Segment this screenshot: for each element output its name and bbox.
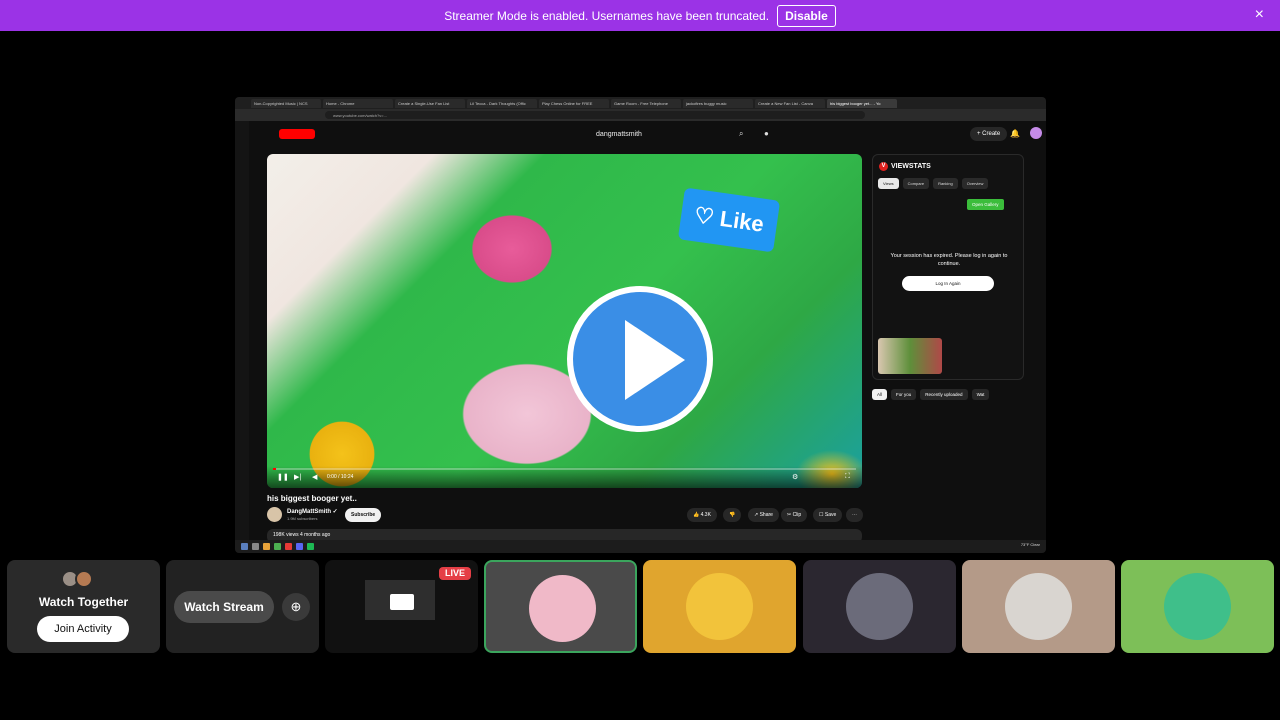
close-icon[interactable]: × <box>1255 7 1264 23</box>
viewstats-title: VIEWSTATS <box>891 163 931 170</box>
mic-icon[interactable]: ● <box>764 129 769 138</box>
like-button[interactable]: 👍 4.3K <box>687 508 717 522</box>
browser-tab[interactable]: jackofires buggy music <box>683 98 753 108</box>
url-field[interactable]: www.youtube.com/watch?v=... <box>325 111 865 119</box>
volume-icon[interactable]: ◀ <box>312 473 317 481</box>
next-icon[interactable]: ▶| <box>294 473 301 481</box>
windows-taskbar: 73°F Clear <box>235 540 1046 553</box>
taskbar-icon[interactable] <box>274 543 281 550</box>
participant-tile[interactable] <box>643 560 796 653</box>
viewstats-tab-overview[interactable]: Overview <box>961 178 989 189</box>
browser-tab[interactable]: Create a New Fan List - Canva <box>755 98 825 108</box>
address-bar: www.youtube.com/watch?v=... <box>235 109 1046 121</box>
browser-sidebar <box>235 121 249 541</box>
banner-message: Streamer Mode is enabled. Usernames have… <box>444 8 770 23</box>
video-thumbnail[interactable] <box>878 338 942 374</box>
progress-bar[interactable] <box>273 468 856 470</box>
viewstats-panel: V VIEWSTATS Views Compare Ranking Overvi… <box>872 154 1024 380</box>
avatar <box>529 575 596 642</box>
session-expired-message: Your session has expired. Please log in … <box>890 253 1008 267</box>
browser-tab[interactable]: Game Room - Free Telephone <box>611 98 681 108</box>
stream-tile: Watch Stream ⊕ <box>166 560 319 653</box>
like-sign: ♡ Like <box>677 187 781 253</box>
browser-tab[interactable]: Non-Copyrighted Music | NCS <box>251 98 321 108</box>
browser-tab[interactable]: Play Chess Online for FREE <box>539 98 609 108</box>
browser-tab[interactable]: Home - Chrome <box>323 98 393 108</box>
avatar <box>846 573 913 640</box>
participant-tile[interactable] <box>803 560 956 653</box>
avatar[interactable] <box>1030 127 1042 139</box>
subscribe-button[interactable]: Subscribe <box>345 508 382 522</box>
more-button[interactable]: ⋯ <box>846 508 863 522</box>
youtube-header: dangmattsmith ⌕ ● + Create 🔔 <box>249 121 1046 149</box>
join-activity-button[interactable]: Join Activity <box>37 616 129 642</box>
open-gallery-button[interactable]: Open Gallery <box>967 199 1004 210</box>
chip-all[interactable]: All <box>872 389 888 400</box>
save-button[interactable]: ☐ Save <box>813 508 843 522</box>
search-icon[interactable]: ⌕ <box>739 129 743 139</box>
create-button[interactable]: + Create <box>970 127 1008 141</box>
watch-stream-button[interactable]: Watch Stream <box>174 591 274 623</box>
participant-tile[interactable] <box>962 560 1115 653</box>
browser-tab[interactable]: Lil Tecca - Dark Thoughts (Offic <box>467 98 537 108</box>
browser-tab-active[interactable]: his biggest booger yet... - Yo <box>827 98 897 108</box>
screen-share-icon[interactable]: ⊕ <box>282 593 310 621</box>
monitor-icon <box>390 594 414 610</box>
subscriber-count: 1.9M subscribers <box>287 516 318 521</box>
search-input[interactable]: dangmattsmith <box>479 127 759 143</box>
play-icon[interactable] <box>567 286 713 432</box>
viewstats-tab-views[interactable]: Views <box>878 178 899 189</box>
avatar <box>1005 573 1072 640</box>
browser-tab[interactable]: Create a Single-Use Fan List <box>395 98 465 108</box>
participant-avatar <box>75 570 93 588</box>
recommendation-chips: All For you Recently uploaded Wat <box>872 389 990 400</box>
avatar <box>686 573 753 640</box>
viewstats-tab-compare[interactable]: Compare <box>902 178 930 189</box>
channel-name[interactable]: DangMattSmith ✓ <box>287 508 338 515</box>
taskbar-icon[interactable] <box>307 543 314 550</box>
taskbar-icon[interactable] <box>252 543 259 550</box>
taskbar-icon[interactable] <box>296 543 303 550</box>
taskbar-icon[interactable] <box>263 543 270 550</box>
pause-icon[interactable]: ❚❚ <box>277 473 289 481</box>
dislike-button[interactable]: 👎 <box>723 508 742 522</box>
system-tray: 73°F Clear <box>1020 542 1040 547</box>
viewstats-tab-ranking[interactable]: Ranking <box>933 178 958 189</box>
shared-screen: Non-Copyrighted Music | NCS Home - Chrom… <box>235 97 1046 553</box>
start-icon[interactable] <box>241 543 248 550</box>
share-button[interactable]: ↗ Share <box>748 508 779 522</box>
bell-icon[interactable]: 🔔 <box>1010 129 1020 138</box>
clip-button[interactable]: ✂ Clip <box>781 508 808 522</box>
live-badge: LIVE <box>439 567 471 580</box>
settings-icon[interactable]: ⚙ <box>792 473 798 481</box>
viewstats-logo: V <box>879 162 888 171</box>
chip-for-you[interactable]: For you <box>891 389 917 400</box>
video-title: his biggest booger yet.. <box>267 494 357 503</box>
time-display: 0:00 / 10:24 <box>327 474 354 480</box>
chip-watched[interactable]: Wat <box>971 389 990 400</box>
video-player[interactable]: ♡ Like ❚❚ ▶| ◀ 0:00 / 10:24 ⚙ ⛶ <box>267 154 862 488</box>
taskbar-icon[interactable] <box>285 543 292 550</box>
streamer-mode-banner: Streamer Mode is enabled. Usernames have… <box>0 0 1280 31</box>
log-in-again-button[interactable]: Log In Again <box>902 276 994 291</box>
chip-recently-uploaded[interactable]: Recently uploaded <box>920 389 968 400</box>
browser-tabbar: Non-Copyrighted Music | NCS Home - Chrom… <box>235 97 1046 109</box>
avatar <box>1164 573 1231 640</box>
channel-avatar[interactable] <box>267 507 282 522</box>
disable-button[interactable]: Disable <box>777 4 836 27</box>
watch-together-tile: Watch Together Join Activity <box>7 560 160 653</box>
youtube-logo[interactable] <box>279 129 315 139</box>
live-stream-tile[interactable]: LIVE <box>325 560 478 653</box>
participant-tile[interactable] <box>484 560 637 653</box>
fullscreen-icon[interactable]: ⛶ <box>845 473 850 481</box>
participant-tile[interactable] <box>1121 560 1274 653</box>
player-controls: ❚❚ ▶| ◀ 0:00 / 10:24 ⚙ ⛶ <box>267 466 862 488</box>
watch-together-title: Watch Together <box>38 595 129 609</box>
